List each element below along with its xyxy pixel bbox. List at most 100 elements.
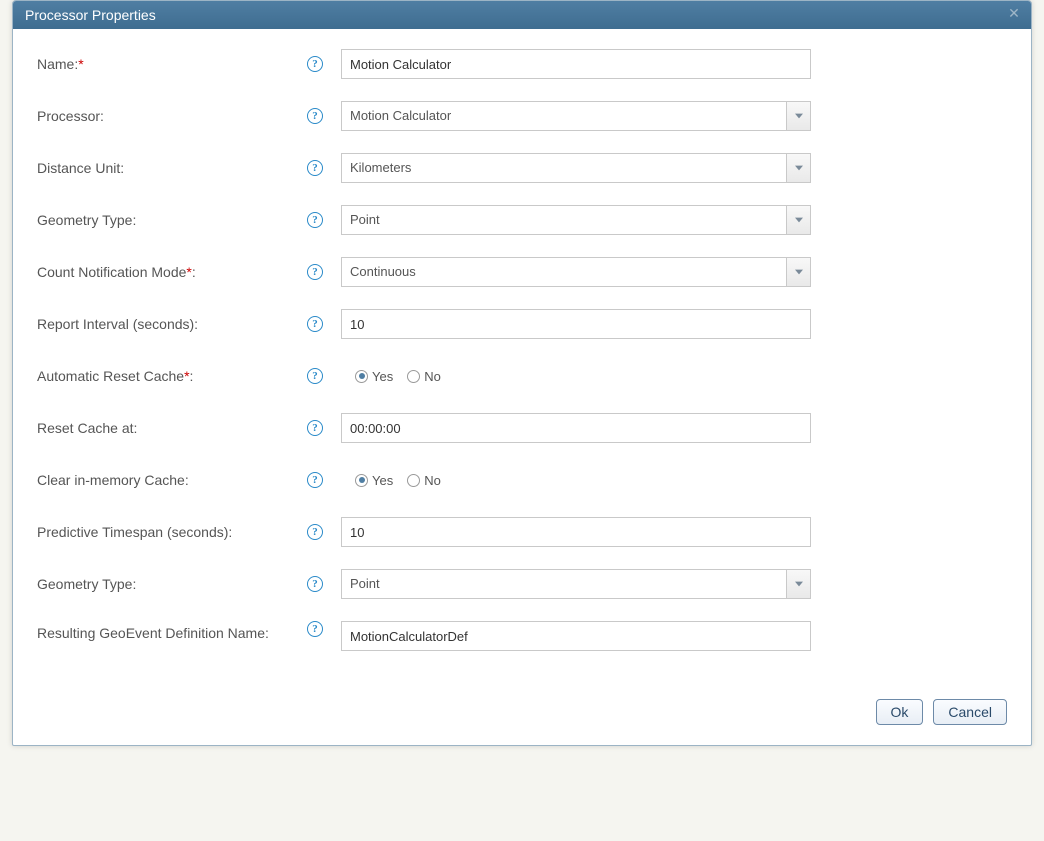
control-geometry-type-2: Point xyxy=(341,569,811,599)
label-arc-text: Automatic Reset Cache xyxy=(37,368,184,384)
dialog-body: Name:* ? Processor: ? Motion Calculator … xyxy=(13,29,1031,683)
radio-yes-label: Yes xyxy=(372,473,393,488)
help-geometry-type-2: ? xyxy=(307,576,341,592)
row-auto-reset-cache: Automatic Reset Cache*: ? Yes No xyxy=(37,361,1007,391)
row-report-interval: Report Interval (seconds): ? xyxy=(37,309,1007,339)
count-notification-mode-select[interactable]: Continuous xyxy=(341,257,811,287)
label-geometry-type-2: Geometry Type: xyxy=(37,576,307,592)
control-predictive-timespan xyxy=(341,517,811,547)
control-name xyxy=(341,49,811,79)
row-geometry-type-2: Geometry Type: ? Point xyxy=(37,569,1007,599)
help-icon[interactable]: ? xyxy=(307,108,323,124)
help-icon[interactable]: ? xyxy=(307,524,323,540)
control-clear-in-memory-cache: Yes No xyxy=(341,473,811,488)
resulting-def-input[interactable] xyxy=(341,621,811,651)
help-geometry-type-1: ? xyxy=(307,212,341,228)
processor-select-value: Motion Calculator xyxy=(342,102,786,130)
help-icon[interactable]: ? xyxy=(307,576,323,592)
geometry-type-1-value: Point xyxy=(342,206,786,234)
control-auto-reset-cache: Yes No xyxy=(341,369,811,384)
row-resulting-def: Resulting GeoEvent Definition Name: ? xyxy=(37,621,1007,651)
label-auto-reset-cache: Automatic Reset Cache*: xyxy=(37,368,307,384)
help-icon[interactable]: ? xyxy=(307,420,323,436)
chevron-down-icon[interactable] xyxy=(786,206,810,234)
help-report-interval: ? xyxy=(307,316,341,332)
cancel-button[interactable]: Cancel xyxy=(933,699,1007,725)
ok-button[interactable]: Ok xyxy=(876,699,924,725)
label-cnm-text: Count Notification Mode xyxy=(37,264,186,280)
row-distance-unit: Distance Unit: ? Kilometers xyxy=(37,153,1007,183)
chevron-down-icon[interactable] xyxy=(786,154,810,182)
label-count-notification-mode: Count Notification Mode*: xyxy=(37,264,307,280)
help-count-notification-mode: ? xyxy=(307,264,341,280)
radio-no-label: No xyxy=(424,473,441,488)
clear-cache-no-radio[interactable]: No xyxy=(407,473,441,488)
help-icon[interactable]: ? xyxy=(307,160,323,176)
help-icon[interactable]: ? xyxy=(307,316,323,332)
reset-cache-at-input[interactable] xyxy=(341,413,811,443)
help-clear-in-memory-cache: ? xyxy=(307,472,341,488)
help-distance-unit: ? xyxy=(307,160,341,176)
help-icon[interactable]: ? xyxy=(307,368,323,384)
radio-dot xyxy=(355,370,368,383)
close-icon[interactable]: ✕ xyxy=(1005,5,1023,23)
row-predictive-timespan: Predictive Timespan (seconds): ? xyxy=(37,517,1007,547)
count-notification-mode-value: Continuous xyxy=(342,258,786,286)
control-resulting-def xyxy=(341,621,811,651)
processor-select[interactable]: Motion Calculator xyxy=(341,101,811,131)
label-reset-cache-at: Reset Cache at: xyxy=(37,420,307,436)
label-predictive-timespan: Predictive Timespan (seconds): xyxy=(37,524,307,540)
row-reset-cache-at: Reset Cache at: ? xyxy=(37,413,1007,443)
label-distance-unit: Distance Unit: xyxy=(37,160,307,176)
control-count-notification-mode: Continuous xyxy=(341,257,811,287)
help-icon[interactable]: ? xyxy=(307,472,323,488)
predictive-timespan-input[interactable] xyxy=(341,517,811,547)
help-icon[interactable]: ? xyxy=(307,212,323,228)
row-count-notification-mode: Count Notification Mode*: ? Continuous xyxy=(37,257,1007,287)
radio-dot xyxy=(407,370,420,383)
row-name: Name:* ? xyxy=(37,49,1007,79)
help-auto-reset-cache: ? xyxy=(307,368,341,384)
chevron-down-icon[interactable] xyxy=(786,258,810,286)
label-resulting-def: Resulting GeoEvent Definition Name: xyxy=(37,621,307,641)
distance-unit-value: Kilometers xyxy=(342,154,786,182)
name-input[interactable] xyxy=(341,49,811,79)
label-arc-suffix: : xyxy=(190,368,194,384)
label-report-interval: Report Interval (seconds): xyxy=(37,316,307,332)
control-processor: Motion Calculator xyxy=(341,101,811,131)
help-reset-cache-at: ? xyxy=(307,420,341,436)
row-geometry-type-1: Geometry Type: ? Point xyxy=(37,205,1007,235)
row-clear-in-memory-cache: Clear in-memory Cache: ? Yes No xyxy=(37,465,1007,495)
dialog-title: Processor Properties xyxy=(25,7,156,23)
radio-yes-label: Yes xyxy=(372,369,393,384)
help-processor: ? xyxy=(307,108,341,124)
label-processor: Processor: xyxy=(37,108,307,124)
report-interval-input[interactable] xyxy=(341,309,811,339)
control-reset-cache-at xyxy=(341,413,811,443)
radio-dot xyxy=(407,474,420,487)
auto-reset-cache-no-radio[interactable]: No xyxy=(407,369,441,384)
help-icon[interactable]: ? xyxy=(307,621,323,637)
auto-reset-cache-yes-radio[interactable]: Yes xyxy=(355,369,393,384)
label-clear-in-memory-cache: Clear in-memory Cache: xyxy=(37,472,307,488)
control-geometry-type-1: Point xyxy=(341,205,811,235)
control-report-interval xyxy=(341,309,811,339)
help-name: ? xyxy=(307,56,341,72)
help-resulting-def: ? xyxy=(307,621,341,637)
dialog-footer: Ok Cancel xyxy=(13,683,1031,745)
clear-cache-yes-radio[interactable]: Yes xyxy=(355,473,393,488)
required-mark: * xyxy=(78,56,83,72)
geometry-type-1-select[interactable]: Point xyxy=(341,205,811,235)
processor-properties-dialog: Processor Properties ✕ Name:* ? Processo… xyxy=(12,0,1032,746)
label-name: Name:* xyxy=(37,56,307,72)
distance-unit-select[interactable]: Kilometers xyxy=(341,153,811,183)
help-icon[interactable]: ? xyxy=(307,264,323,280)
label-name-text: Name: xyxy=(37,56,78,72)
chevron-down-icon[interactable] xyxy=(786,570,810,598)
geometry-type-2-select[interactable]: Point xyxy=(341,569,811,599)
help-icon[interactable]: ? xyxy=(307,56,323,72)
chevron-down-icon[interactable] xyxy=(786,102,810,130)
dialog-title-bar: Processor Properties ✕ xyxy=(13,1,1031,29)
help-predictive-timespan: ? xyxy=(307,524,341,540)
geometry-type-2-value: Point xyxy=(342,570,786,598)
